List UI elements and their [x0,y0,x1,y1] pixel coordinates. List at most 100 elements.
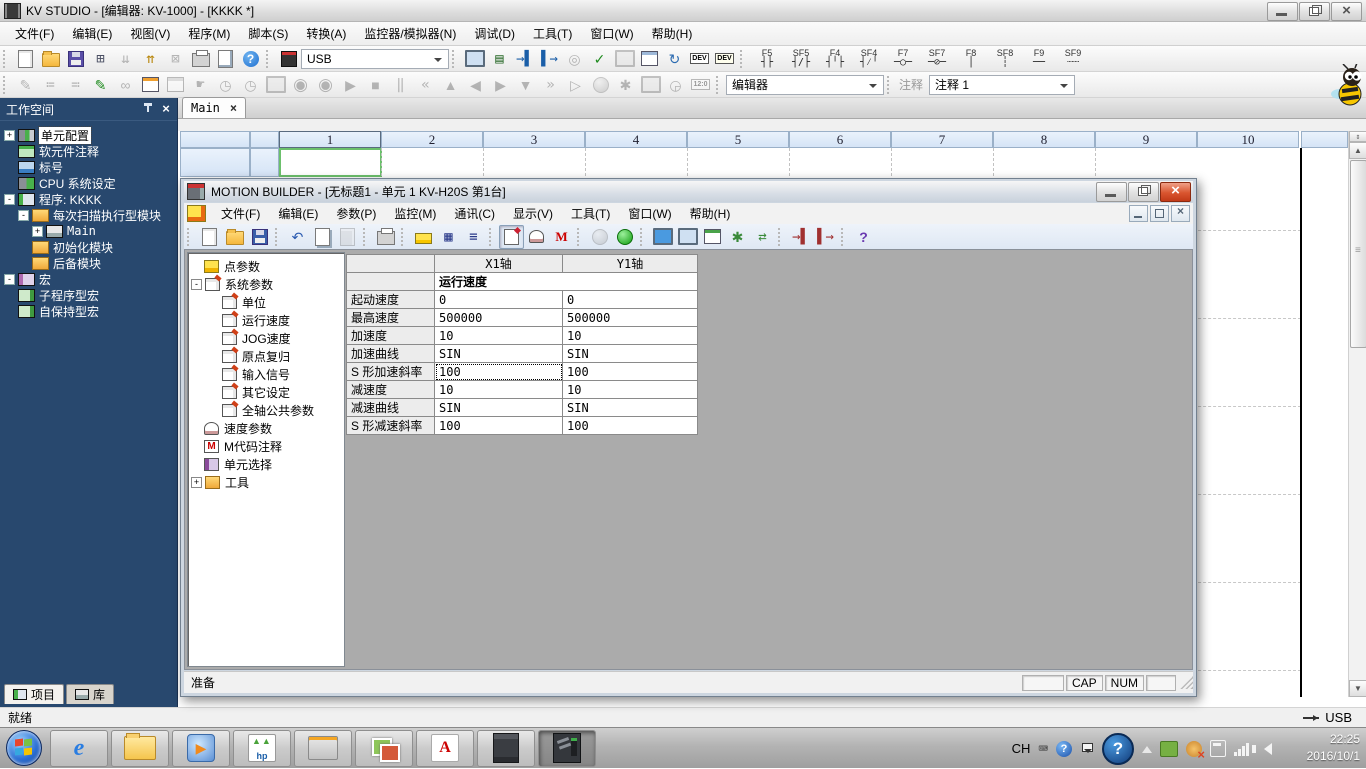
volume-icon[interactable] [1258,743,1272,755]
mb-menu-param[interactable]: 参数(P) [327,202,385,225]
menu-convert[interactable]: 转换(A) [297,22,355,45]
mb-gear-button[interactable]: ✱ [725,225,750,249]
expand-toggle[interactable]: + [191,477,202,488]
ladder-sf7-coil-closed-button[interactable]: SF7─⊘─ [920,46,954,72]
menu-script[interactable]: 脚本(S) [239,22,297,45]
open-project-button[interactable] [38,47,63,71]
column-header-8[interactable]: 8 [993,131,1095,148]
delete-module-button[interactable]: ⊠ [163,47,188,71]
mb-menu-file[interactable]: 文件(F) [212,202,269,225]
expand-toggle[interactable]: - [191,279,202,290]
cell-y[interactable]: 10 [563,327,698,345]
mb-tree-unit[interactable]: 单位 [188,293,344,311]
mb-write-unit-button[interactable]: →▌ [788,225,813,249]
cell-y[interactable]: SIN [563,345,698,363]
resize-grip[interactable] [1180,676,1193,689]
monitor-mode-button[interactable] [263,73,288,97]
mb-mcode-button[interactable]: M [549,225,574,249]
hand-drag-button[interactable]: ☛ [188,73,213,97]
cell-x[interactable]: SIN [435,399,563,417]
mb-comm-setup-button[interactable] [675,225,700,249]
timer2-button[interactable]: ◷ [238,73,263,97]
verify-button[interactable]: ◎ [562,47,587,71]
column-header-9[interactable]: 9 [1095,131,1197,148]
taskbar-kv-studio[interactable] [477,730,535,767]
action-center-icon[interactable] [1210,740,1226,757]
ime-help-icon[interactable]: ? [1056,741,1072,757]
pin-icon[interactable] [141,102,155,116]
print-button[interactable] [188,47,213,71]
tree-item-program[interactable]: -程序: KKKK [4,191,177,207]
record2-button[interactable]: ◉ [313,73,338,97]
taskbar-photo-app[interactable] [294,730,352,767]
menu-program[interactable]: 程序(M) [179,22,239,45]
mb-minimize-button[interactable] [1096,182,1127,202]
cell-y[interactable]: 100 [563,417,698,435]
device-monitor-button[interactable]: DEV [687,47,712,71]
selected-cell-x[interactable]: 100 [435,363,563,381]
tree-item-main[interactable]: +Main [4,223,177,239]
tree-item-subroutine-macro[interactable]: 子程序型宏 [4,287,177,303]
cell-x[interactable]: 100 [435,417,563,435]
edit-pen-button[interactable]: ✎ [13,73,38,97]
mb-tree-system-param[interactable]: -系统参数 [188,275,344,293]
mb-save-button[interactable] [247,225,272,249]
column-header-6[interactable]: 6 [789,131,891,148]
taskbar-hp-tool[interactable]: hp [233,730,291,767]
taskbar-media-player[interactable]: ▶ [172,730,230,767]
cell-x[interactable]: 0 [435,291,563,309]
menu-tools[interactable]: 工具(T) [524,22,581,45]
mb-child-close-button[interactable] [1171,205,1190,222]
ladder-sf5-contact-closed-button[interactable]: SF5┤/├ [784,46,818,72]
mb-tree-other-setting[interactable]: 其它设定 [188,383,344,401]
editor-vscrollbar[interactable]: ⇕ ▲ ▼ [1348,131,1366,697]
column-header-2[interactable]: 2 [381,131,483,148]
usb-refresh-button[interactable]: ↻ [662,47,687,71]
mb-online-button[interactable] [612,225,637,249]
device-monitor2-button[interactable]: DEV [712,47,737,71]
cell-y[interactable]: 500000 [563,309,698,327]
language-indicator[interactable]: CH [1012,741,1031,756]
start-button[interactable] [6,730,42,766]
mb-new-button[interactable] [197,225,222,249]
tree-item-device-comment[interactable]: 软元件注释 [4,143,177,159]
menu-help[interactable]: 帮助(H) [643,22,702,45]
mb-offline-button[interactable] [587,225,612,249]
scroll-thumb[interactable] [1350,160,1366,348]
mb-copy-button[interactable] [310,225,335,249]
column-header-5[interactable]: 5 [687,131,789,148]
mb-read-unit-button[interactable]: ▌→ [813,225,838,249]
script-edit-button[interactable]: ✎ [88,73,113,97]
editor-check-button[interactable]: ✓ [587,47,612,71]
rewind-button[interactable]: « [413,73,438,97]
taskbar-windows-explorer[interactable] [111,730,169,767]
comm-setting-button[interactable] [276,47,301,71]
editor-mode-combobox[interactable]: 编辑器 [726,75,884,95]
ime-toolbar-icon[interactable] [1080,742,1094,756]
clock[interactable]: 22:25 2016/10/1 [1307,731,1360,765]
mb-menu-tools[interactable]: 工具(T) [562,202,619,225]
mb-titlebar[interactable]: MOTION BUILDER - [无标题1 - 单元 1 KV-H20S 第1… [184,181,1193,202]
tab-project[interactable]: 项目 [4,684,64,704]
expand-toggle[interactable]: - [4,194,15,205]
save-project-button[interactable] [63,47,88,71]
mb-transfer-gear-button[interactable]: ⇄ [750,225,775,249]
grid-monitor-button[interactable] [163,73,188,97]
mb-open-button[interactable] [222,225,247,249]
grid-highlight-button[interactable] [138,73,163,97]
mb-tree-tools[interactable]: +工具 [188,473,344,491]
split-view-handle[interactable]: ⇕ [1349,131,1366,142]
pause-hand-button[interactable]: ✱ [613,73,638,97]
mb-menu-display[interactable]: 显示(V) [504,202,562,225]
mb-menu-window[interactable]: 窗口(W) [619,202,680,225]
mb-restore-button[interactable] [1128,182,1159,202]
step-back-button[interactable]: ◀ [463,73,488,97]
mb-help-button[interactable]: ? [851,225,876,249]
menu-edit[interactable]: 编辑(E) [63,22,121,45]
tree-item-unit-config[interactable]: +单元配置 [4,127,177,143]
step-forward-button[interactable]: ▶ [488,73,513,97]
workspace-close-icon[interactable]: × [159,102,173,116]
import-button[interactable]: ⇊ [113,47,138,71]
network-error-icon[interactable] [1186,741,1202,757]
ladder-f9-horizontal-button[interactable]: F9── [1022,46,1056,72]
